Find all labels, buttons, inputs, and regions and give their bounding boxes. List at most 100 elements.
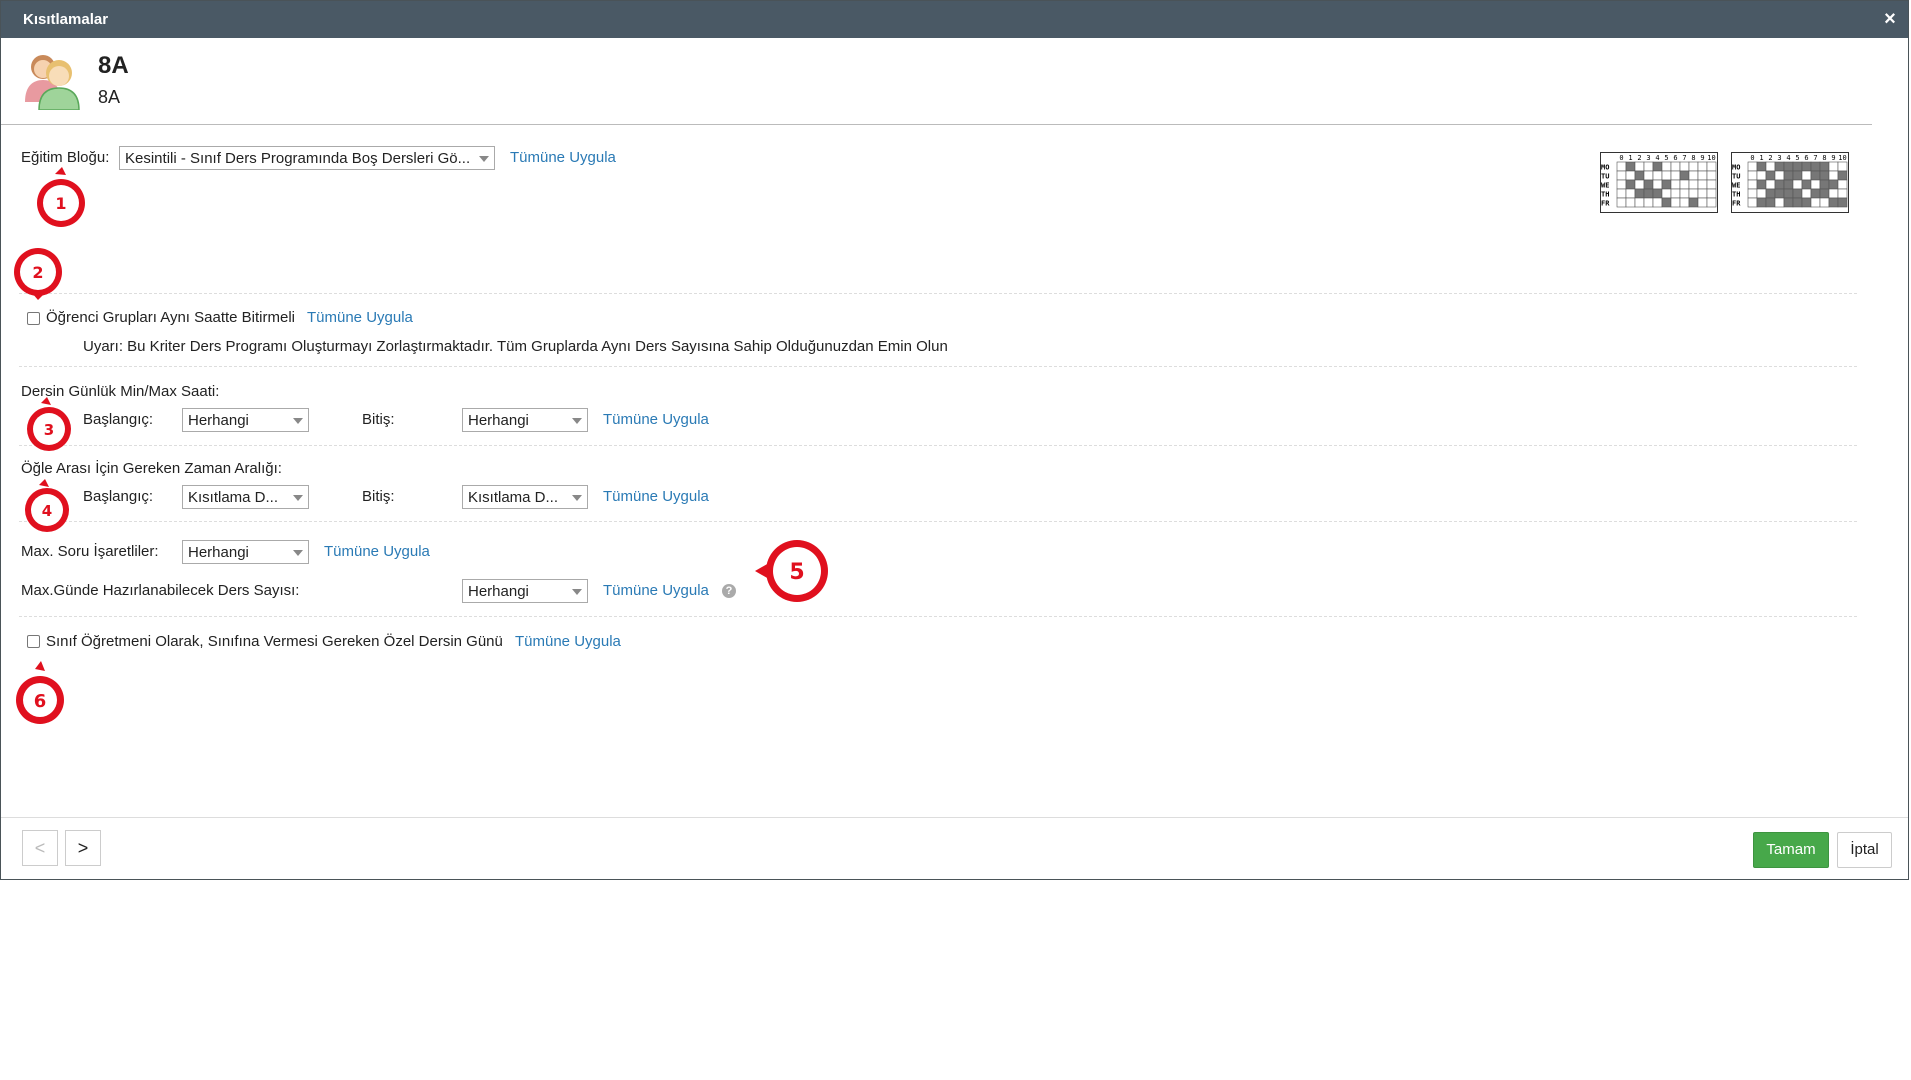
grid-day-label: TH: [1732, 191, 1740, 199]
next-button[interactable]: >: [65, 830, 101, 866]
chevron-down-icon: [293, 495, 303, 501]
grid-cell: [1625, 161, 1636, 172]
grid-column-label: 3: [1777, 154, 1781, 162]
grid-cell: [1688, 197, 1699, 208]
grid-column-label: 2: [1637, 154, 1641, 162]
grid-cell: [1625, 188, 1636, 199]
grid-cell: [1625, 197, 1636, 208]
max-question-marked-select[interactable]: Herhangi: [182, 540, 309, 564]
grid-cell: [1697, 170, 1708, 181]
annotation-marker-1-label: 1: [55, 194, 66, 213]
divider: [19, 366, 1857, 367]
grid-cell: [1670, 179, 1681, 190]
grid-cell: [1688, 179, 1699, 190]
grid-cell: [1765, 161, 1776, 172]
grid-column-label: 10: [1707, 154, 1715, 162]
grid-column-label: 8: [1691, 154, 1695, 162]
daily-start-select[interactable]: Herhangi: [182, 408, 309, 432]
grid-cell: [1679, 170, 1690, 181]
grid-cell: [1670, 170, 1681, 181]
grid-column-label: 4: [1655, 154, 1659, 162]
apply-all-max-daily-lessons[interactable]: Tümüne Uygula: [603, 582, 709, 599]
grid-cell: [1697, 179, 1708, 190]
annotation-marker-1: 1: [37, 167, 85, 227]
lunch-start-select[interactable]: Kısıtlama D...: [182, 485, 309, 509]
grid-cell: [1837, 179, 1848, 190]
grid-cell: [1819, 161, 1830, 172]
grid-cell: [1697, 188, 1708, 199]
education-block-select[interactable]: Kesintili - Sınıf Ders Programında Boş D…: [119, 146, 495, 170]
cancel-button[interactable]: İptal: [1837, 832, 1892, 868]
grid-cell: [1756, 170, 1767, 181]
close-icon[interactable]: ×: [1880, 9, 1900, 29]
ok-button[interactable]: Tamam: [1753, 832, 1829, 868]
max-daily-lessons-select[interactable]: Herhangi: [462, 579, 588, 603]
grid-cell: [1774, 197, 1785, 208]
grid-cell: [1783, 188, 1794, 199]
lunch-end-select[interactable]: Kısıtlama D...: [462, 485, 588, 509]
grid-day-label: TU: [1732, 173, 1740, 181]
student-groups-same-time-label: Öğrenci Grupları Aynı Saatte Bitirmeli: [46, 309, 295, 326]
apply-all-max-question-marked[interactable]: Tümüne Uygula: [324, 543, 430, 560]
grid-cell: [1679, 161, 1690, 172]
annotation-marker-3-label: 3: [44, 421, 54, 439]
grid-cell: [1756, 179, 1767, 190]
grid-cell: [1697, 197, 1708, 208]
class-teacher-special-day-checkbox[interactable]: [27, 635, 40, 648]
apply-all-education-block[interactable]: Tümüne Uygula: [510, 149, 616, 166]
apply-all-daily-min-max[interactable]: Tümüne Uygula: [603, 411, 709, 428]
grid-cell: [1837, 197, 1848, 208]
grid-cell: [1801, 197, 1812, 208]
previous-button[interactable]: <: [22, 830, 58, 866]
grid-cell: [1679, 188, 1690, 199]
grid-cell: [1792, 170, 1803, 181]
chevron-down-icon: [293, 418, 303, 424]
grid-cell: [1837, 161, 1848, 172]
grid-cell: [1792, 161, 1803, 172]
grid-cell: [1652, 161, 1663, 172]
grid-cell: [1652, 179, 1663, 190]
grid-cell: [1792, 197, 1803, 208]
apply-all-lunch-break[interactable]: Tümüne Uygula: [603, 488, 709, 505]
grid-column-label: 4: [1786, 154, 1790, 162]
grid-cell: [1747, 197, 1758, 208]
grid-cell: [1756, 188, 1767, 199]
annotation-marker-5-label: 5: [789, 560, 804, 585]
grid-cell: [1643, 188, 1654, 199]
grid-column-label: 8: [1822, 154, 1826, 162]
grid-column-label: 9: [1700, 154, 1704, 162]
grid-cell: [1634, 170, 1645, 181]
grid-cell: [1765, 170, 1776, 181]
grid-cell: [1819, 188, 1830, 199]
max-daily-lessons-label: Max.Günde Hazırlanabilecek Ders Sayısı:: [21, 582, 300, 599]
grid-cell: [1643, 170, 1654, 181]
grid-cell: [1688, 161, 1699, 172]
grid-cell: [1765, 197, 1776, 208]
entity-header: 8A 8A: [1, 38, 1872, 125]
grid-cell: [1634, 197, 1645, 208]
apply-all-student-groups[interactable]: Tümüne Uygula: [307, 309, 413, 326]
divider: [19, 445, 1857, 446]
annotation-marker-2: 2: [14, 248, 62, 300]
grid-cell: [1810, 170, 1821, 181]
grid-day-label: FR: [1732, 200, 1741, 208]
student-groups-same-time-checkbox[interactable]: [27, 312, 40, 325]
grid-cell: [1828, 161, 1839, 172]
max-daily-lessons-value: Herhangi: [468, 583, 529, 600]
daily-end-select[interactable]: Herhangi: [462, 408, 588, 432]
divider: [19, 293, 1857, 294]
grid-cell: [1643, 161, 1654, 172]
grid-column-label: 0: [1750, 154, 1754, 162]
grid-cell: [1670, 161, 1681, 172]
grid-column-label: 6: [1804, 154, 1808, 162]
help-icon[interactable]: ?: [722, 584, 736, 598]
grid-cell: [1616, 161, 1627, 172]
grid-cell: [1688, 188, 1699, 199]
grid-day-label: WE: [1601, 182, 1609, 190]
apply-all-class-teacher-special-day[interactable]: Tümüne Uygula: [515, 633, 621, 650]
lunch-break-label: Öğle Arası İçin Gereken Zaman Aralığı:: [21, 460, 282, 477]
grid-cell: [1819, 197, 1830, 208]
max-question-marked-value: Herhangi: [188, 544, 249, 561]
grid-cell: [1634, 161, 1645, 172]
grid-cell: [1616, 170, 1627, 181]
